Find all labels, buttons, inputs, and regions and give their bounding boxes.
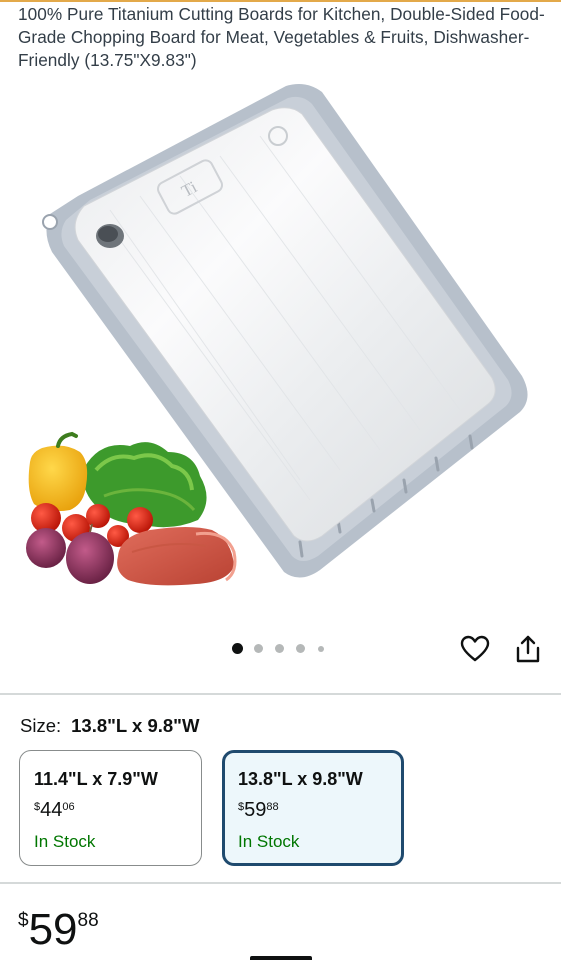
size-label: Size: bbox=[20, 715, 62, 736]
carousel-dot-active[interactable] bbox=[232, 643, 243, 654]
top-accent-bar bbox=[0, 0, 561, 2]
size-option-dimension: 11.4"L x 7.9"W bbox=[34, 769, 158, 789]
product-price: $5988 bbox=[18, 905, 99, 955]
selected-size-value: 13.8"L x 9.8"W bbox=[71, 715, 200, 736]
bottom-sheet-handle[interactable] bbox=[250, 956, 312, 960]
product-title: 100% Pure Titanium Cutting Boards for Ki… bbox=[18, 4, 545, 70]
share-icon[interactable] bbox=[514, 634, 542, 664]
section-divider bbox=[0, 882, 561, 884]
section-divider bbox=[0, 693, 561, 695]
carousel-dot[interactable] bbox=[275, 644, 284, 653]
price-whole: 59 bbox=[28, 905, 78, 954]
size-selector-label: Size: 13.8"L x 9.8"W bbox=[20, 715, 199, 737]
carousel-dot[interactable] bbox=[296, 644, 305, 653]
product-image[interactable]: Ti bbox=[0, 78, 561, 628]
size-option-stock: In Stock bbox=[34, 832, 96, 851]
heart-icon[interactable] bbox=[460, 634, 490, 664]
size-option-stock: In Stock bbox=[238, 832, 300, 851]
size-option-price: $5988 bbox=[238, 799, 279, 821]
carousel-dot[interactable] bbox=[318, 646, 324, 652]
size-option-large[interactable]: 13.8"L x 9.8"W $5988 In Stock bbox=[222, 750, 404, 866]
size-option-price: $4406 bbox=[34, 799, 75, 821]
price-symbol: $ bbox=[18, 910, 29, 931]
size-option-dimension: 13.8"L x 9.8"W bbox=[238, 769, 363, 789]
size-option-small[interactable]: 11.4"L x 7.9"W $4406 In Stock bbox=[19, 750, 202, 866]
carousel-dot[interactable] bbox=[254, 644, 263, 653]
price-fraction: 88 bbox=[77, 910, 99, 931]
